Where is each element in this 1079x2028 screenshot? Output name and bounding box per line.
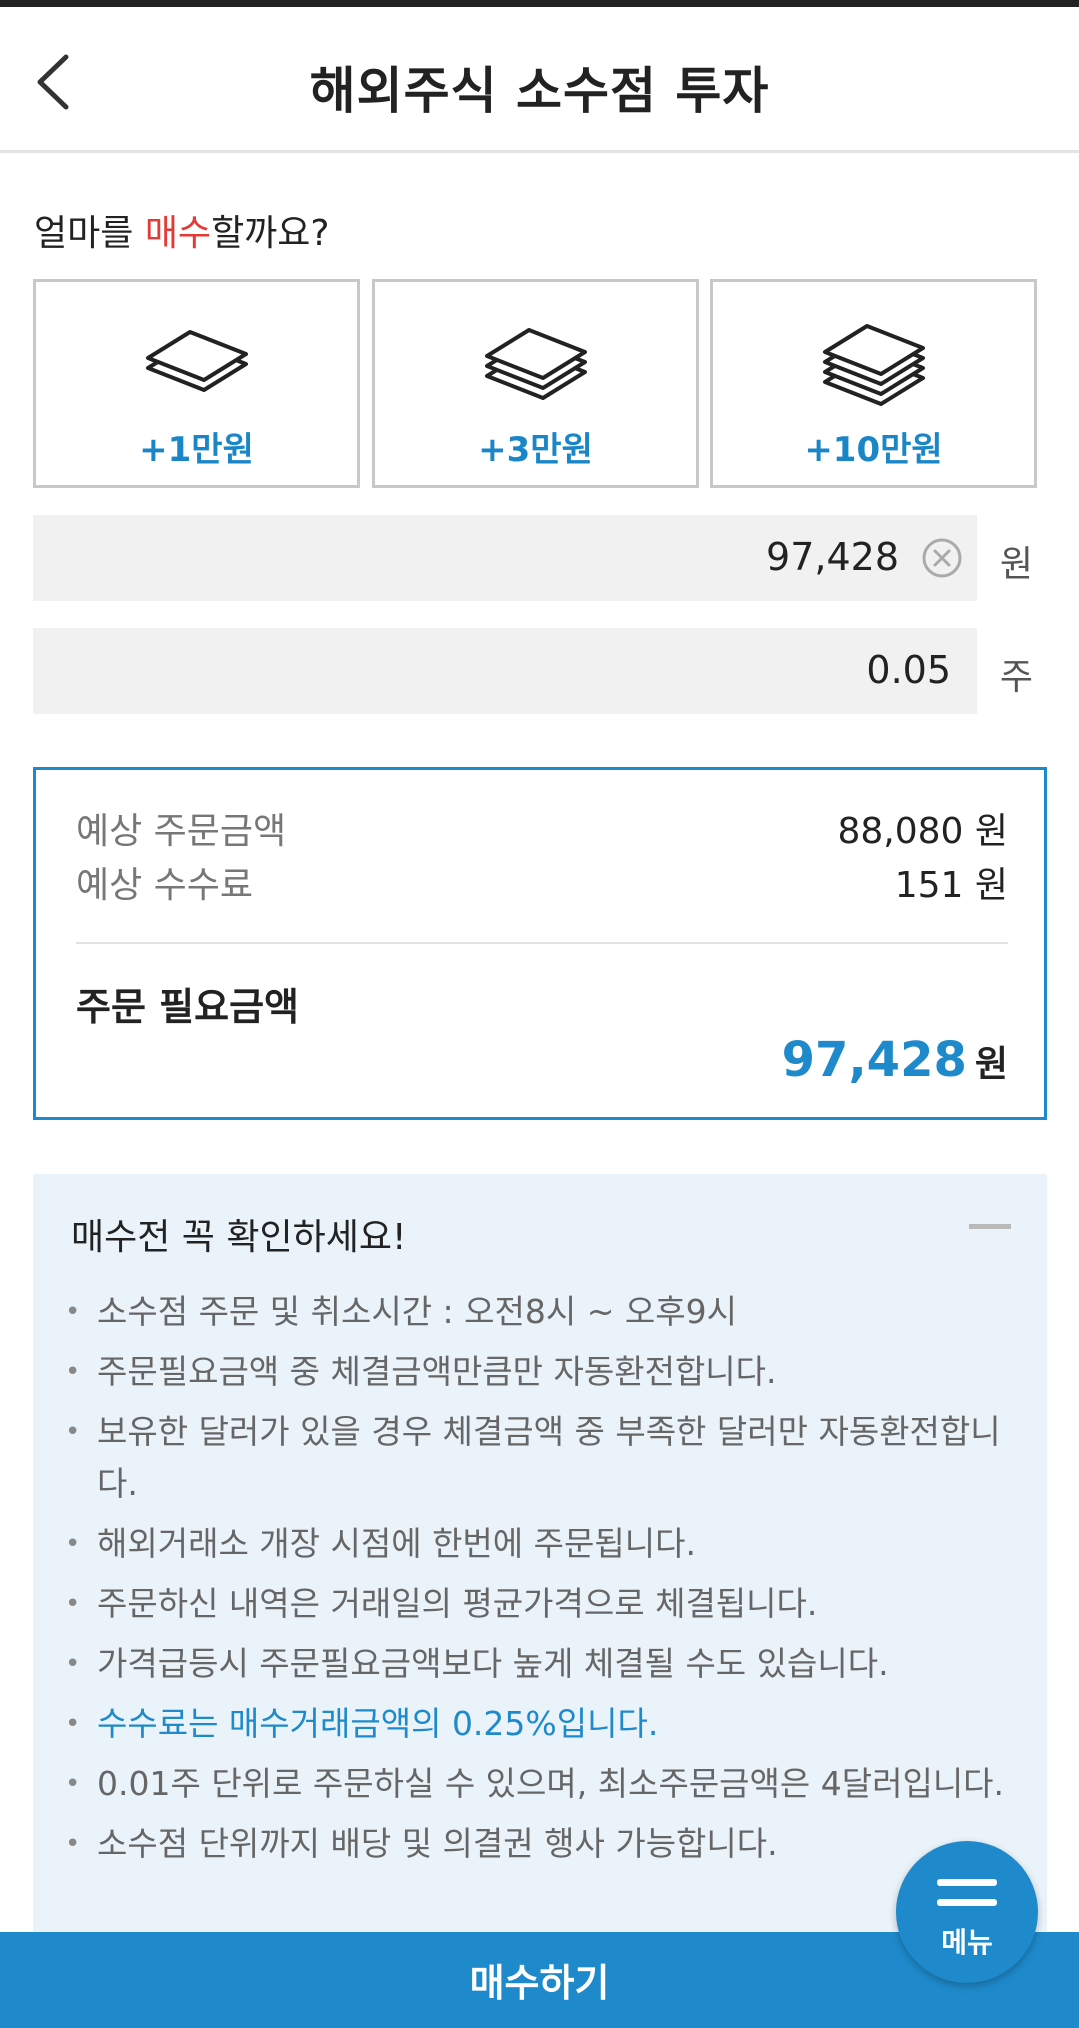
required-amount: 97,428 원 (782, 1032, 1008, 1088)
notice-item: 해외거래소 개장 시점에 한번에 주문됩니다. (59, 1518, 1007, 1570)
clear-amount-button[interactable] (921, 537, 963, 579)
add-10000-label: +1만원 (139, 430, 254, 470)
add-100000-button[interactable]: +10만원 (710, 279, 1037, 488)
page-title: 해외주식 소수점 투자 (309, 62, 770, 120)
buy-button-label: 매수하기 (469, 1961, 610, 2005)
clear-icon (922, 538, 962, 578)
notice-list: 소수점 주문 및 취소시간 : 오전8시 ~ 오후9시 주문필요금액 중 체결금… (59, 1286, 1007, 1878)
notice-item: 소수점 주문 및 취소시간 : 오전8시 ~ 오후9시 (59, 1286, 1007, 1338)
add-10000-button[interactable]: +1만원 (33, 279, 360, 488)
amount-input[interactable]: 97,428 (33, 515, 977, 601)
add-100000-label: +10만원 (804, 430, 943, 470)
notice-item: 0.01주 단위로 주문하실 수 있으며, 최소주문금액은 4달러입니다. (59, 1758, 1007, 1810)
notice-item: 주문필요금액 중 체결금액만큼만 자동환전합니다. (59, 1346, 1007, 1398)
add-30000-label: +3만원 (478, 430, 593, 470)
notice-item-fee: 수수료는 매수거래금액의 0.25%입니다. (59, 1698, 1007, 1750)
notice-item: 소수점 단위까지 배당 및 의결권 행사 가능합니다. (59, 1818, 1007, 1870)
shares-input-value: 0.05 (866, 648, 951, 692)
expected-order-label: 예상 주문금액 (76, 811, 287, 852)
required-amount-unit: 원 (974, 1044, 1008, 1085)
question-suffix: 할까요? (211, 213, 330, 254)
order-summary: 예상 주문금액 88,080 원 예상 수수료 151 원 주문 필요금액 97… (33, 767, 1047, 1120)
notice-item: 주문하신 내역은 거래일의 평균가격으로 체결됩니다. (59, 1578, 1007, 1630)
required-amount-label: 주문 필요금액 (76, 985, 299, 1029)
collapse-notice-button[interactable] (969, 1224, 1011, 1229)
notice-panel: 매수전 꼭 확인하세요! 소수점 주문 및 취소시간 : 오전8시 ~ 오후9시… (33, 1174, 1047, 1934)
bill-stack-4-icon (822, 324, 925, 406)
notice-item: 보유한 달러가 있을 경우 체결금액 중 부족한 달러만 자동환전합니다. (59, 1406, 1007, 1510)
question-prefix: 얼마를 (34, 213, 145, 254)
menu-fab-label: 메뉴 (941, 1926, 993, 1959)
amount-question: 얼마를 매수할까요? (34, 204, 330, 256)
notice-title: 매수전 꼭 확인하세요! (71, 1217, 407, 1258)
required-amount-value: 97,428 (781, 1032, 967, 1088)
bill-stack-2-icon (145, 330, 248, 392)
question-highlight: 매수 (144, 213, 212, 254)
status-bar-edge (0, 0, 1079, 7)
add-30000-button[interactable]: +3만원 (372, 279, 699, 488)
expected-fee-value: 151 원 (894, 865, 1008, 906)
expected-fee-label: 예상 수수료 (76, 865, 254, 906)
shares-input[interactable]: 0.05 (33, 628, 977, 714)
app-header: 해외주식 소수점 투자 (0, 7, 1079, 153)
menu-fab-button[interactable]: 메뉴 (896, 1841, 1038, 1983)
hamburger-icon (937, 1879, 997, 1913)
shares-unit: 주 (999, 657, 1033, 698)
expected-order-value: 88,080 원 (837, 811, 1008, 852)
summary-divider (76, 942, 1008, 944)
notice-item: 가격급등시 주문필요금액보다 높게 체결될 수도 있습니다. (59, 1638, 1007, 1690)
amount-unit: 원 (999, 544, 1033, 585)
bill-stack-3-icon (484, 328, 587, 400)
amount-input-value: 97,428 (766, 535, 899, 579)
